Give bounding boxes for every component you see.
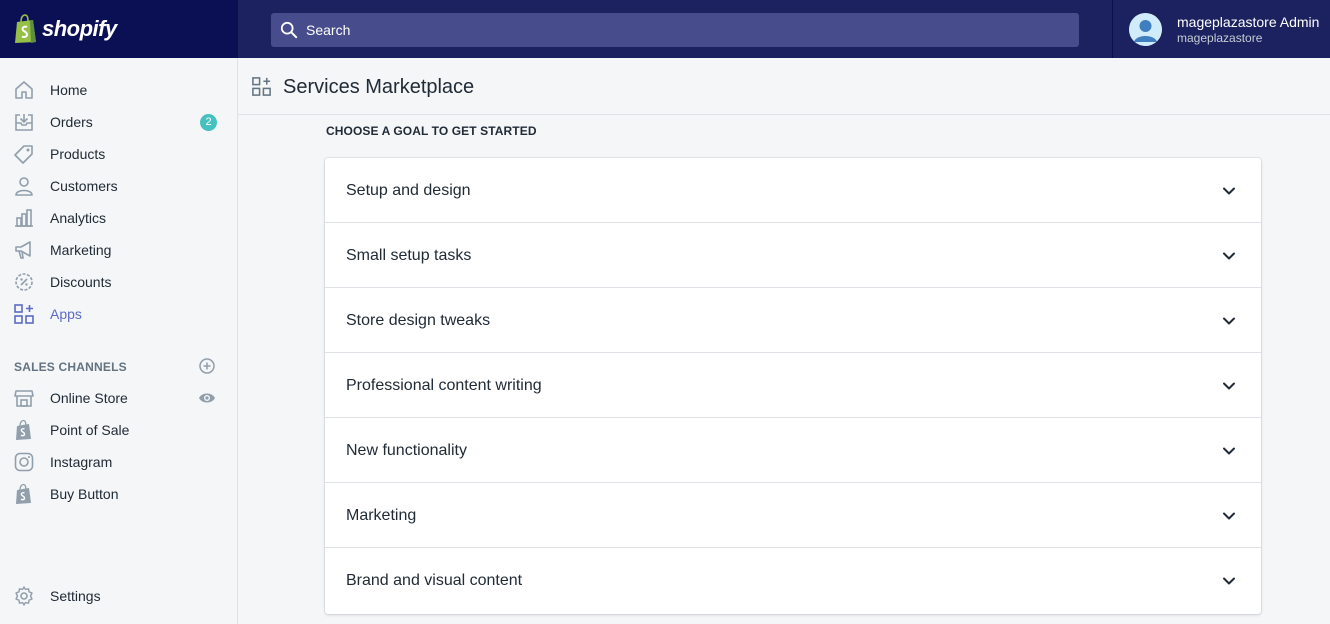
search-bar[interactable]: Search	[271, 13, 1079, 47]
store-icon	[14, 390, 34, 407]
goals-card: Setup and design Small setup tasks Store…	[325, 158, 1261, 614]
chevron-down-icon[interactable]	[1221, 313, 1237, 329]
goal-label: Marketing	[346, 507, 417, 524]
goal-row-new-functionality[interactable]: New functionality	[325, 418, 1261, 483]
user-avatar-icon	[1129, 12, 1162, 46]
chevron-down-icon[interactable]	[1221, 573, 1237, 589]
add-channel-icon[interactable]	[198, 357, 216, 375]
goal-row-marketing[interactable]: Marketing	[325, 483, 1261, 548]
page-title: Services Marketplace	[283, 76, 475, 98]
user-store-name: mageplazastore	[1177, 30, 1263, 45]
sidebar-item-label: Online Store	[50, 390, 128, 406]
orders-icon	[15, 114, 33, 131]
sidebar-item-label: Customers	[50, 178, 118, 194]
sidebar-item-label: Point of Sale	[50, 422, 130, 438]
sidebar-item-point-of-sale[interactable]: Point of Sale	[0, 414, 237, 446]
shopify-bag-icon	[16, 419, 31, 440]
sales-channels-heading: SALES CHANNELS	[14, 360, 127, 374]
sidebar-item-orders[interactable]: Orders 2	[0, 106, 237, 138]
search-input[interactable]: Search	[306, 22, 350, 38]
person-icon	[15, 177, 33, 196]
sidebar-item-label: Marketing	[50, 242, 112, 258]
sidebar-item-analytics[interactable]: Analytics	[0, 202, 237, 234]
goal-label: Setup and design	[346, 182, 471, 199]
tag-icon	[14, 145, 33, 164]
goal-row-small-setup-tasks[interactable]: Small setup tasks	[325, 223, 1261, 288]
brand-name: shopify	[42, 16, 117, 41]
page-header: Services Marketplace	[238, 58, 1330, 115]
sidebar-item-instagram[interactable]: Instagram	[0, 446, 237, 478]
sidebar-item-label: Apps	[50, 306, 82, 322]
goal-row-brand-and-visual-content[interactable]: Brand and visual content	[325, 548, 1261, 613]
home-icon	[15, 81, 33, 99]
shopify-bag-icon	[15, 14, 36, 43]
sidebar-item-label: Analytics	[50, 210, 107, 226]
bar-chart-icon	[15, 209, 33, 227]
goal-row-store-design-tweaks[interactable]: Store design tweaks	[325, 288, 1261, 353]
goal-label: New functionality	[346, 442, 467, 459]
chevron-down-icon[interactable]	[1221, 508, 1237, 524]
sidebar-item-label: Home	[50, 82, 88, 98]
eye-icon[interactable]	[198, 389, 216, 407]
goal-label: Store design tweaks	[346, 312, 491, 329]
gear-icon	[15, 586, 33, 606]
sidebar-item-label: Settings	[50, 588, 101, 604]
shopify-logo[interactable]: shopify	[13, 14, 117, 44]
goal-label: Brand and visual content	[346, 572, 523, 589]
sidebar-item-label: Buy Button	[50, 486, 119, 502]
sidebar-item-home[interactable]: Home	[0, 74, 237, 106]
megaphone-icon	[15, 241, 31, 259]
shopify-bag-icon	[16, 483, 31, 504]
chevron-down-icon[interactable]	[1221, 378, 1237, 394]
sidebar-item-label: Instagram	[50, 454, 113, 470]
chevron-down-icon[interactable]	[1221, 443, 1237, 459]
orders-count-badge: 2	[200, 113, 217, 131]
goal-row-setup-and-design[interactable]: Setup and design	[325, 158, 1261, 223]
discount-icon	[15, 273, 33, 291]
sidebar-item-label: Products	[50, 146, 106, 162]
goal-label: Professional content writing	[346, 377, 542, 394]
sidebar-item-label: Orders	[50, 114, 93, 130]
sidebar-item-apps[interactable]: Apps	[0, 298, 237, 330]
apps-icon	[252, 77, 271, 96]
goal-row-professional-content-writing[interactable]: Professional content writing	[325, 353, 1261, 418]
sidebar: Home Orders 2 Products Customers Analyti…	[0, 58, 238, 624]
instagram-icon	[14, 452, 34, 472]
user-name: mageplazastore Admin	[1177, 13, 1320, 30]
user-menu[interactable]: mageplazastore Admin mageplazastore	[1112, 0, 1330, 58]
goal-label: Small setup tasks	[346, 247, 472, 264]
search-icon	[280, 21, 298, 39]
sidebar-item-marketing[interactable]: Marketing	[0, 234, 237, 266]
sidebar-item-label: Discounts	[50, 274, 112, 290]
sidebar-item-online-store[interactable]: Online Store	[0, 382, 237, 414]
avatar	[1129, 12, 1162, 46]
chevron-down-icon[interactable]	[1221, 183, 1237, 199]
sidebar-item-settings[interactable]: Settings	[0, 580, 237, 612]
chevron-down-icon[interactable]	[1221, 248, 1237, 264]
sidebar-item-products[interactable]: Products	[0, 138, 237, 170]
apps-icon	[14, 304, 34, 324]
sidebar-item-customers[interactable]: Customers	[0, 170, 237, 202]
sidebar-item-discounts[interactable]: Discounts	[0, 266, 237, 298]
goal-heading: CHOOSE A GOAL TO GET STARTED	[326, 124, 537, 138]
sidebar-item-buy-button[interactable]: Buy Button	[0, 478, 237, 510]
